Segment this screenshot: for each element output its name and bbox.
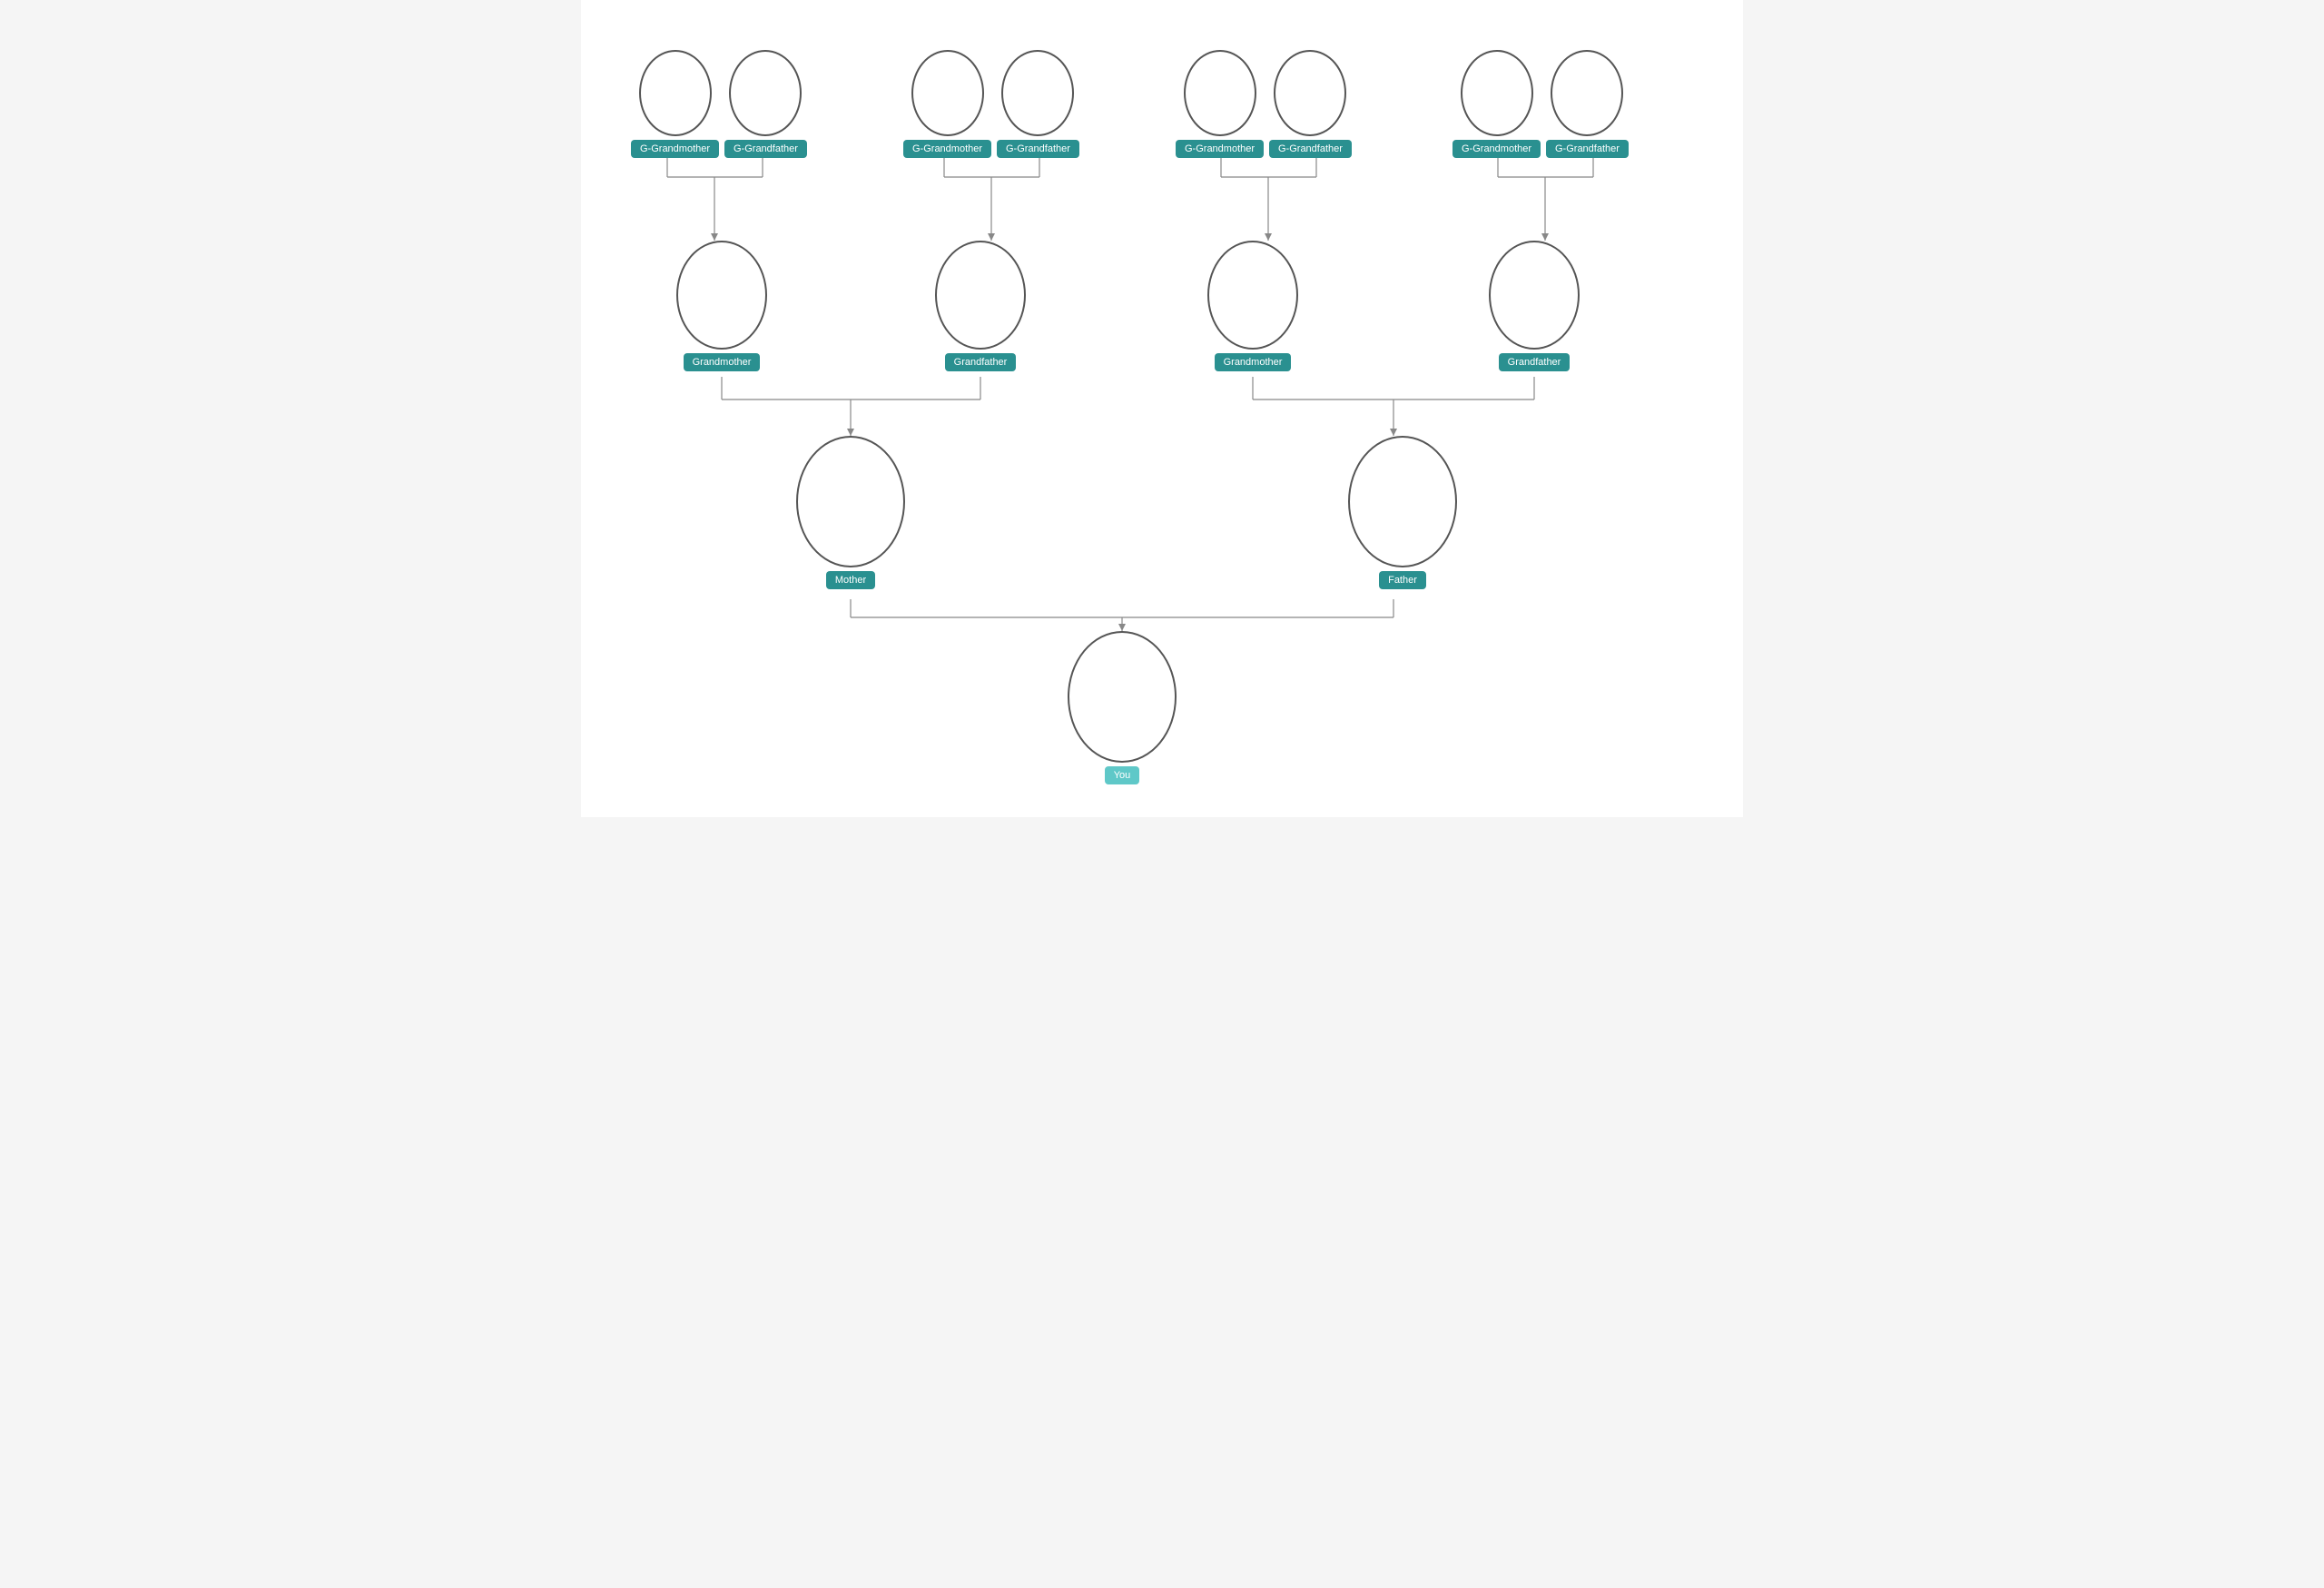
family-tree-canvas: G-Grandmother G-Grandfather G-Grandmothe…	[581, 0, 1743, 817]
node-gg2[interactable]: G-Grandfather	[724, 50, 807, 158]
node-gg7[interactable]: G-Grandmother	[1452, 50, 1541, 158]
label-gg8: G-Grandfather	[1546, 140, 1629, 158]
avatar-gf1	[935, 241, 1026, 350]
label-mother: Mother	[826, 571, 875, 589]
node-gg1[interactable]: G-Grandmother	[631, 50, 719, 158]
node-gg5[interactable]: G-Grandmother	[1176, 50, 1264, 158]
avatar-mother	[796, 436, 905, 567]
label-gg7: G-Grandmother	[1452, 140, 1541, 158]
node-father[interactable]: Father	[1348, 436, 1457, 589]
label-gm1: Grandmother	[684, 353, 761, 371]
node-gm2[interactable]: Grandmother	[1207, 241, 1298, 371]
avatar-gg8	[1551, 50, 1623, 136]
node-gg3[interactable]: G-Grandmother	[903, 50, 991, 158]
label-gg5: G-Grandmother	[1176, 140, 1264, 158]
avatar-gg1	[639, 50, 712, 136]
avatar-gg5	[1184, 50, 1256, 136]
label-you: You	[1105, 766, 1140, 784]
avatar-gm2	[1207, 241, 1298, 350]
label-gf1: Grandfather	[945, 353, 1017, 371]
avatar-gg4	[1001, 50, 1074, 136]
node-gf2[interactable]: Grandfather	[1489, 241, 1580, 371]
avatar-you	[1068, 631, 1177, 763]
label-father: Father	[1379, 571, 1426, 589]
avatar-gg2	[729, 50, 802, 136]
node-mother[interactable]: Mother	[796, 436, 905, 589]
node-gg4[interactable]: G-Grandfather	[997, 50, 1079, 158]
label-gg4: G-Grandfather	[997, 140, 1079, 158]
node-gg8[interactable]: G-Grandfather	[1546, 50, 1629, 158]
label-gm2: Grandmother	[1215, 353, 1292, 371]
avatar-gg3	[911, 50, 984, 136]
node-gm1[interactable]: Grandmother	[676, 241, 767, 371]
avatar-father	[1348, 436, 1457, 567]
label-gg3: G-Grandmother	[903, 140, 991, 158]
label-gg6: G-Grandfather	[1269, 140, 1352, 158]
avatar-gg6	[1274, 50, 1346, 136]
avatar-gg7	[1461, 50, 1533, 136]
avatar-gf2	[1489, 241, 1580, 350]
label-gg2: G-Grandfather	[724, 140, 807, 158]
avatar-gm1	[676, 241, 767, 350]
label-gf2: Grandfather	[1499, 353, 1571, 371]
node-gf1[interactable]: Grandfather	[935, 241, 1026, 371]
node-you[interactable]: You	[1068, 631, 1177, 784]
label-gg1: G-Grandmother	[631, 140, 719, 158]
node-gg6[interactable]: G-Grandfather	[1269, 50, 1352, 158]
